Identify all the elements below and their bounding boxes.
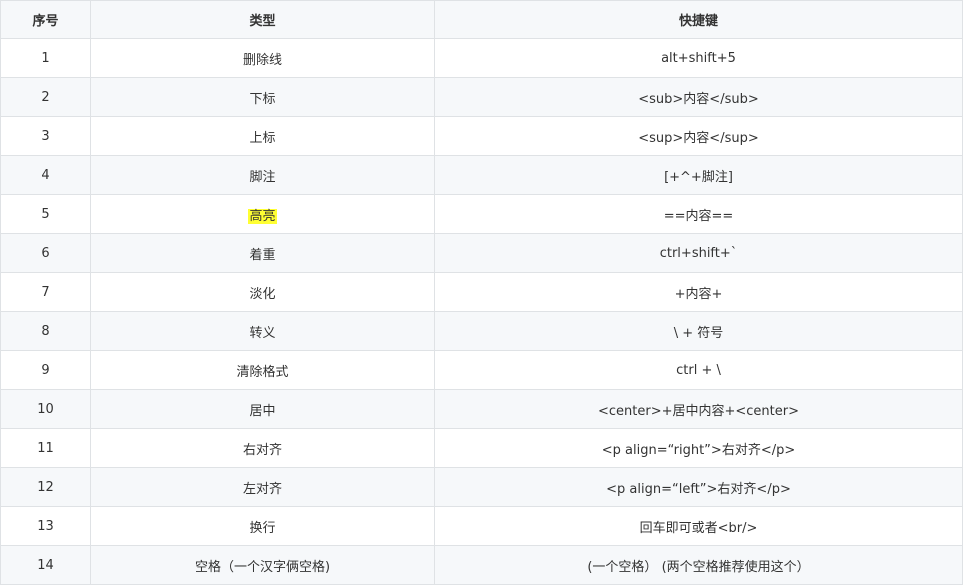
cell-index: 2 — [0, 77, 91, 117]
shortcut-table: 序号 类型 快捷键 1 删除线 alt+shift+5 2 下标 <sub>内容… — [0, 0, 963, 585]
table-row: 14 空格（一个汉字俩空格) (一个空格） (两个空格推荐使用这个） — [0, 545, 963, 585]
cell-type: 删除线 — [90, 38, 435, 78]
table-row: 12 左对齐 <p align=“left”>右对齐</p> — [0, 467, 963, 507]
table-row: 7 淡化 +内容+ — [0, 272, 963, 312]
cell-type: 右对齐 — [90, 428, 435, 468]
table-row: 6 着重 ctrl+shift+` — [0, 233, 963, 273]
table-row: 8 转义 \ + 符号 — [0, 311, 963, 351]
cell-shortcut: <sup>内容</sup> — [434, 116, 963, 156]
cell-index: 4 — [0, 155, 91, 195]
cell-shortcut: +内容+ — [434, 272, 963, 312]
cell-type: 下标 — [90, 77, 435, 117]
table-row: 10 居中 <center>+居中内容+<center> — [0, 389, 963, 429]
cell-shortcut: <center>+居中内容+<center> — [434, 389, 963, 429]
cell-type: 上标 — [90, 116, 435, 156]
cell-index: 9 — [0, 350, 91, 390]
header-index: 序号 — [0, 0, 91, 39]
cell-type: 淡化 — [90, 272, 435, 312]
cell-type: 换行 — [90, 506, 435, 546]
table-row: 2 下标 <sub>内容</sub> — [0, 77, 963, 117]
cell-index: 13 — [0, 506, 91, 546]
cell-type: 清除格式 — [90, 350, 435, 390]
cell-shortcut: alt+shift+5 — [434, 38, 963, 78]
cell-shortcut: ==内容== — [434, 194, 963, 234]
header-shortcut: 快捷键 — [434, 0, 963, 39]
cell-shortcut: <sub>内容</sub> — [434, 77, 963, 117]
header-type: 类型 — [90, 0, 435, 39]
table-body: 1 删除线 alt+shift+5 2 下标 <sub>内容</sub> 3 上… — [0, 38, 963, 585]
cell-type: 左对齐 — [90, 467, 435, 507]
cell-shortcut: \ + 符号 — [434, 311, 963, 351]
cell-type: 着重 — [90, 233, 435, 273]
cell-shortcut: [+^+脚注] — [434, 155, 963, 195]
cell-shortcut: <p align=“left”>右对齐</p> — [434, 467, 963, 507]
cell-index: 5 — [0, 194, 91, 234]
cell-shortcut: 回车即可或者<br/> — [434, 506, 963, 546]
cell-index: 3 — [0, 116, 91, 156]
table-row: 1 删除线 alt+shift+5 — [0, 38, 963, 78]
cell-shortcut: (一个空格） (两个空格推荐使用这个） — [434, 545, 963, 585]
cell-type: 空格（一个汉字俩空格) — [90, 545, 435, 585]
highlighted-text: 高亮 — [248, 208, 277, 224]
table-row: 4 脚注 [+^+脚注] — [0, 155, 963, 195]
cell-index: 7 — [0, 272, 91, 312]
cell-type: 转义 — [90, 311, 435, 351]
table-row: 5 高亮 ==内容== — [0, 194, 963, 234]
cell-index: 14 — [0, 545, 91, 585]
table-row: 9 清除格式 ctrl + \ — [0, 350, 963, 390]
cell-index: 12 — [0, 467, 91, 507]
cell-index: 6 — [0, 233, 91, 273]
cell-index: 11 — [0, 428, 91, 468]
cell-type: 脚注 — [90, 155, 435, 195]
cell-shortcut: ctrl + \ — [434, 350, 963, 390]
table-row: 13 换行 回车即可或者<br/> — [0, 506, 963, 546]
cell-index: 8 — [0, 311, 91, 351]
cell-shortcut: ctrl+shift+` — [434, 233, 963, 273]
cell-shortcut: <p align=“right”>右对齐</p> — [434, 428, 963, 468]
cell-type: 高亮 — [90, 194, 435, 234]
cell-index: 10 — [0, 389, 91, 429]
cell-type: 居中 — [90, 389, 435, 429]
table-row: 3 上标 <sup>内容</sup> — [0, 116, 963, 156]
cell-index: 1 — [0, 38, 91, 78]
table-row: 11 右对齐 <p align=“right”>右对齐</p> — [0, 428, 963, 468]
table-header-row: 序号 类型 快捷键 — [0, 0, 963, 39]
